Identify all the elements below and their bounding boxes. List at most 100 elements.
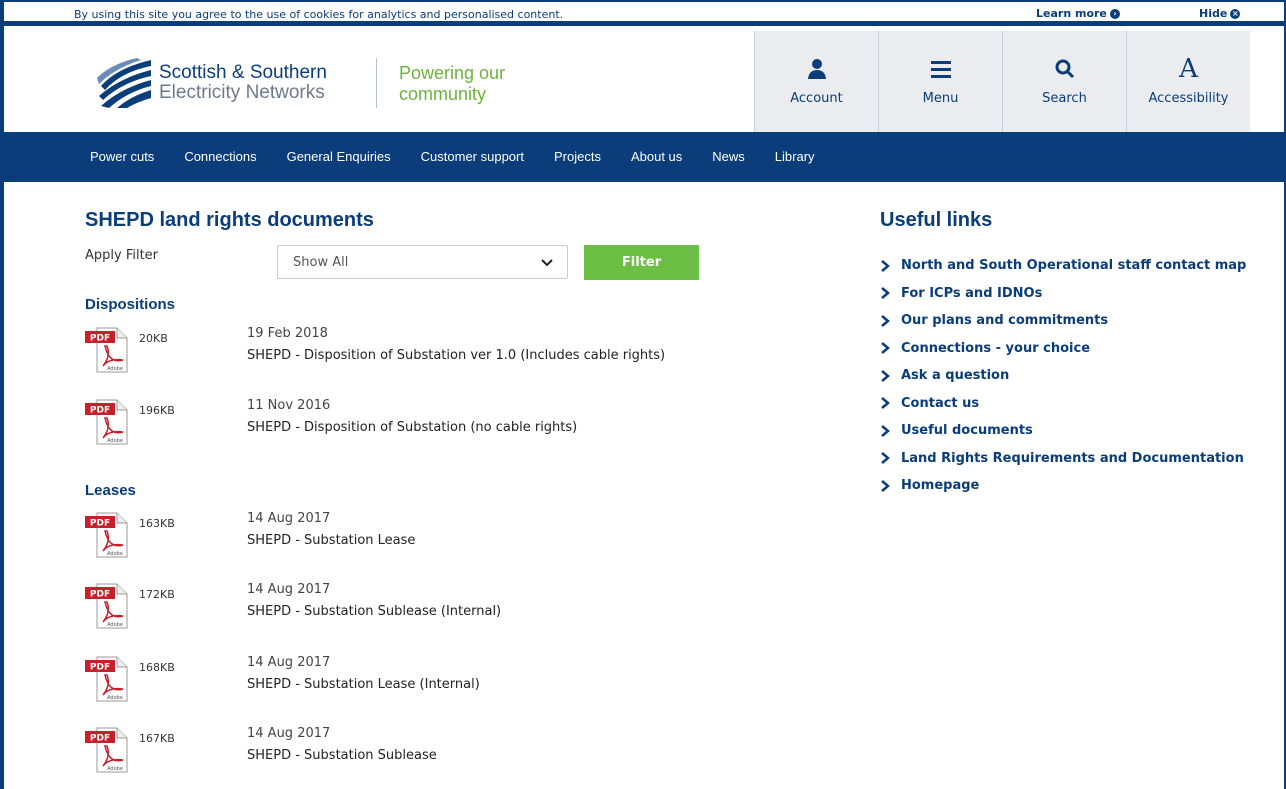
learn-more-link[interactable]: Learn more › bbox=[1036, 7, 1120, 20]
document-row: PDF Adobe 172KB 14 Aug 2017 SHEPD - Subst… bbox=[85, 582, 785, 632]
document-title-link[interactable]: SHEPD - Disposition of Substation ver 1.… bbox=[247, 348, 665, 363]
useful-links-title: Useful links bbox=[880, 209, 993, 231]
useful-link-label: Homepage bbox=[901, 478, 980, 494]
useful-link[interactable]: Contact us bbox=[880, 390, 1246, 418]
useful-link[interactable]: Connections - your choice bbox=[880, 335, 1246, 363]
document-date: 14 Aug 2017 bbox=[247, 726, 331, 741]
menu-label: Menu bbox=[922, 91, 959, 106]
file-size: 196KB bbox=[139, 404, 175, 417]
cookie-banner: By using this site you agree to the use … bbox=[4, 2, 1284, 26]
chevron-right-icon bbox=[880, 342, 894, 355]
chevron-right-icon bbox=[880, 287, 894, 300]
close-circle-icon: × bbox=[1230, 8, 1241, 19]
pdf-icon[interactable]: PDF Adobe bbox=[85, 398, 135, 446]
page-title: SHEPD land rights documents bbox=[85, 209, 374, 231]
header-divider bbox=[376, 58, 377, 108]
document-row: PDF Adobe 20KB 19 Feb 2018 SHEPD - Dispos… bbox=[85, 326, 785, 376]
document-title-link[interactable]: SHEPD - Disposition of Substation (no ca… bbox=[247, 420, 577, 435]
accessibility-button[interactable]: A Accessibility bbox=[1126, 31, 1250, 132]
file-size: 20KB bbox=[139, 332, 168, 345]
hide-label: Hide bbox=[1199, 7, 1228, 20]
nav-item-customer-support[interactable]: Customer support bbox=[421, 149, 524, 164]
document-title-link[interactable]: SHEPD - Substation Sublease (Internal) bbox=[247, 604, 501, 619]
menu-button[interactable]: Menu bbox=[878, 31, 1002, 132]
svg-text:PDF: PDF bbox=[90, 590, 110, 600]
brand-line-2: Electricity Networks bbox=[159, 82, 325, 103]
pdf-icon[interactable]: PDF Adobe bbox=[85, 511, 135, 559]
nav-item-news[interactable]: News bbox=[712, 149, 745, 164]
document-title-link[interactable]: SHEPD - Substation Sublease bbox=[247, 748, 437, 763]
pdf-icon[interactable]: PDF Adobe bbox=[85, 726, 135, 774]
document-row: PDF Adobe 167KB 14 Aug 2017 SHEPD - Subst… bbox=[85, 726, 785, 776]
useful-link[interactable]: North and South Operational staff contac… bbox=[880, 252, 1246, 280]
chevron-down-icon bbox=[541, 256, 553, 271]
nav-item-general-enquiries[interactable]: General Enquiries bbox=[287, 149, 391, 164]
svg-text:PDF: PDF bbox=[90, 334, 110, 344]
file-size: 168KB bbox=[139, 661, 175, 674]
cookie-message: By using this site you agree to the use … bbox=[74, 8, 564, 21]
file-size: 163KB bbox=[139, 517, 175, 530]
useful-link[interactable]: Homepage bbox=[880, 472, 1246, 500]
file-size: 167KB bbox=[139, 732, 175, 745]
chevron-right-circle-icon: › bbox=[1109, 8, 1120, 19]
svg-text:PDF: PDF bbox=[90, 406, 110, 416]
document-row: PDF Adobe 196KB 11 Nov 2016 SHEPD - Dispo… bbox=[85, 398, 785, 448]
useful-link[interactable]: Useful documents bbox=[880, 417, 1246, 445]
document-date: 14 Aug 2017 bbox=[247, 511, 331, 526]
chevron-right-icon bbox=[880, 259, 894, 272]
nav-item-about-us[interactable]: About us bbox=[631, 149, 682, 164]
useful-link-label: Connections - your choice bbox=[901, 340, 1091, 356]
nav-item-library[interactable]: Library bbox=[775, 149, 815, 164]
svg-text:PDF: PDF bbox=[90, 519, 110, 529]
apply-filter-label: Apply Filter bbox=[85, 248, 159, 263]
useful-link[interactable]: Our plans and commitments bbox=[880, 307, 1246, 335]
document-date: 14 Aug 2017 bbox=[247, 655, 331, 670]
document-date: 11 Nov 2016 bbox=[247, 398, 331, 413]
nav-item-projects[interactable]: Projects bbox=[554, 149, 601, 164]
useful-link[interactable]: Land Rights Requirements and Documentati… bbox=[880, 445, 1246, 473]
section-heading-dispositions: Dispositions bbox=[85, 296, 176, 313]
svg-text:Adobe: Adobe bbox=[107, 622, 123, 628]
filter-button[interactable]: Filter bbox=[584, 245, 699, 280]
learn-more-label: Learn more bbox=[1036, 7, 1107, 20]
chevron-right-icon bbox=[880, 397, 894, 410]
useful-link-label: Our plans and commitments bbox=[901, 313, 1109, 329]
filter-select[interactable]: Show All bbox=[277, 245, 568, 279]
search-label: Search bbox=[1042, 91, 1087, 106]
svg-text:Adobe: Adobe bbox=[107, 551, 123, 557]
account-button[interactable]: Account bbox=[754, 31, 878, 132]
document-date: 14 Aug 2017 bbox=[247, 582, 331, 597]
chevron-right-icon bbox=[880, 369, 894, 382]
main-nav: Power cuts Connections General Enquiries… bbox=[4, 132, 1284, 182]
useful-link[interactable]: For ICPs and IDNOs bbox=[880, 280, 1246, 308]
hamburger-icon bbox=[879, 51, 1002, 87]
site-header: Scottish & Southern Electricity Networks… bbox=[4, 31, 1284, 132]
document-date: 19 Feb 2018 bbox=[247, 326, 328, 341]
brand-name[interactable]: Scottish & Southern Electricity Networks bbox=[159, 62, 327, 104]
pdf-icon[interactable]: PDF Adobe bbox=[85, 655, 135, 703]
document-row: PDF Adobe 168KB 14 Aug 2017 SHEPD - Subst… bbox=[85, 655, 785, 705]
user-icon bbox=[755, 51, 878, 87]
useful-link-label: For ICPs and IDNOs bbox=[901, 285, 1043, 301]
pdf-icon[interactable]: PDF Adobe bbox=[85, 326, 135, 374]
ssen-logo-icon[interactable] bbox=[97, 56, 153, 108]
svg-text:Adobe: Adobe bbox=[107, 695, 123, 701]
pdf-icon[interactable]: PDF Adobe bbox=[85, 582, 135, 630]
search-button[interactable]: Search bbox=[1002, 31, 1126, 132]
chevron-right-icon bbox=[880, 452, 894, 465]
useful-link-label: North and South Operational staff contac… bbox=[901, 258, 1247, 274]
search-icon bbox=[1003, 51, 1126, 87]
accessibility-a-icon: A bbox=[1179, 54, 1198, 84]
nav-item-connections[interactable]: Connections bbox=[184, 149, 256, 164]
chevron-right-icon bbox=[880, 424, 894, 437]
useful-links-list: North and South Operational staff contac… bbox=[880, 252, 1246, 500]
document-title-link[interactable]: SHEPD - Substation Lease (Internal) bbox=[247, 677, 480, 692]
useful-link[interactable]: Ask a question bbox=[880, 362, 1246, 390]
tagline-line-2: community bbox=[399, 84, 487, 104]
hide-cookie-button[interactable]: Hide × bbox=[1199, 7, 1241, 20]
document-title-link[interactable]: SHEPD - Substation Lease bbox=[247, 533, 415, 548]
section-heading-leases: Leases bbox=[85, 482, 136, 499]
svg-text:Adobe: Adobe bbox=[107, 366, 123, 372]
useful-link-label: Useful documents bbox=[901, 423, 1033, 439]
nav-item-power-cuts[interactable]: Power cuts bbox=[90, 149, 154, 164]
